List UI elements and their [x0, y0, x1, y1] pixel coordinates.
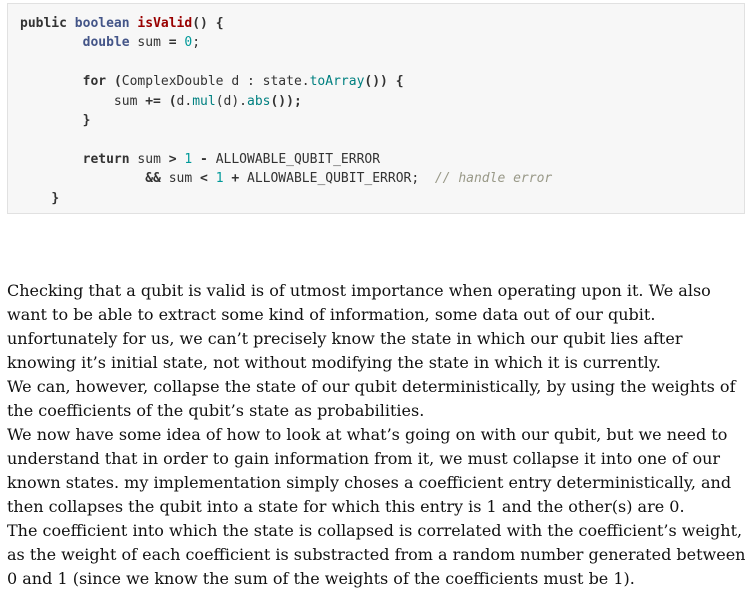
code-punctuation: () { — [192, 16, 224, 31]
operator: && — [145, 171, 161, 187]
code-text: sum — [129, 35, 169, 51]
code-text: sum — [160, 171, 201, 187]
code-block: public boolean isValid() { double sum = … — [7, 3, 745, 214]
code-line-4: for (ComplexDouble d : state.toArray()) … — [20, 72, 552, 91]
code-punctuation: ()) { — [364, 74, 404, 90]
operator: + — [231, 171, 240, 187]
code-text: sum — [129, 151, 169, 167]
code-text: (d). — [215, 93, 247, 109]
type-double: double — [82, 35, 130, 51]
operator: = — [168, 35, 177, 51]
method-call: mul — [192, 93, 216, 109]
code-text: d. — [176, 93, 193, 109]
code-listing: public boolean isValid() { double sum = … — [20, 14, 552, 208]
function-name: isValid — [137, 16, 193, 31]
code-text: sum — [113, 93, 146, 109]
method-call: toArray — [309, 74, 365, 90]
code-comment: // handle error — [434, 171, 553, 187]
paragraph-3: We now have some idea of how to look at … — [7, 425, 732, 516]
keyword-return: return — [82, 151, 130, 167]
code-text: ALLOWABLE_QUBIT_ERROR — [207, 151, 381, 167]
code-line-8: return sum > 1 - ALLOWABLE_QUBIT_ERROR — [20, 150, 552, 169]
type-boolean: boolean — [74, 16, 130, 31]
code-punctuation: ()); — [270, 93, 302, 109]
article-body: Checking that a qubit is valid is of utm… — [7, 279, 747, 591]
code-text: ALLOWABLE_QUBIT_ERROR; — [239, 171, 435, 187]
method-call: abs — [247, 93, 271, 109]
operator: > — [168, 151, 177, 167]
code-line-1: public boolean isValid() { — [20, 14, 552, 33]
code-line-9: && sum < 1 + ALLOWABLE_QUBIT_ERROR; // h… — [20, 169, 552, 188]
closing-brace: } — [51, 190, 60, 206]
closing-brace: } — [82, 112, 91, 128]
code-punctuation: ( — [113, 74, 122, 90]
operator: += — [145, 93, 161, 109]
code-line-2: double sum = 0; — [20, 33, 552, 52]
keyword-public: public — [20, 16, 67, 31]
number-literal: 1 — [215, 171, 224, 187]
code-text: ; — [192, 35, 201, 51]
code-line-10: } — [20, 189, 552, 208]
paragraph-1: Checking that a qubit is valid is of utm… — [7, 281, 711, 372]
code-punctuation: ( — [168, 93, 177, 109]
operator: - — [200, 151, 208, 167]
paragraph-2: We can, however, collapse the state of o… — [7, 377, 736, 420]
keyword-for: for — [82, 74, 107, 90]
operator: < — [200, 171, 208, 187]
paragraph-4: The coefficient into which the state is … — [7, 521, 746, 588]
code-line-5: sum += (d.mul(d).abs()); — [20, 92, 552, 111]
code-text: ComplexDouble d : state. — [121, 74, 310, 90]
code-line-6: } — [20, 111, 552, 130]
